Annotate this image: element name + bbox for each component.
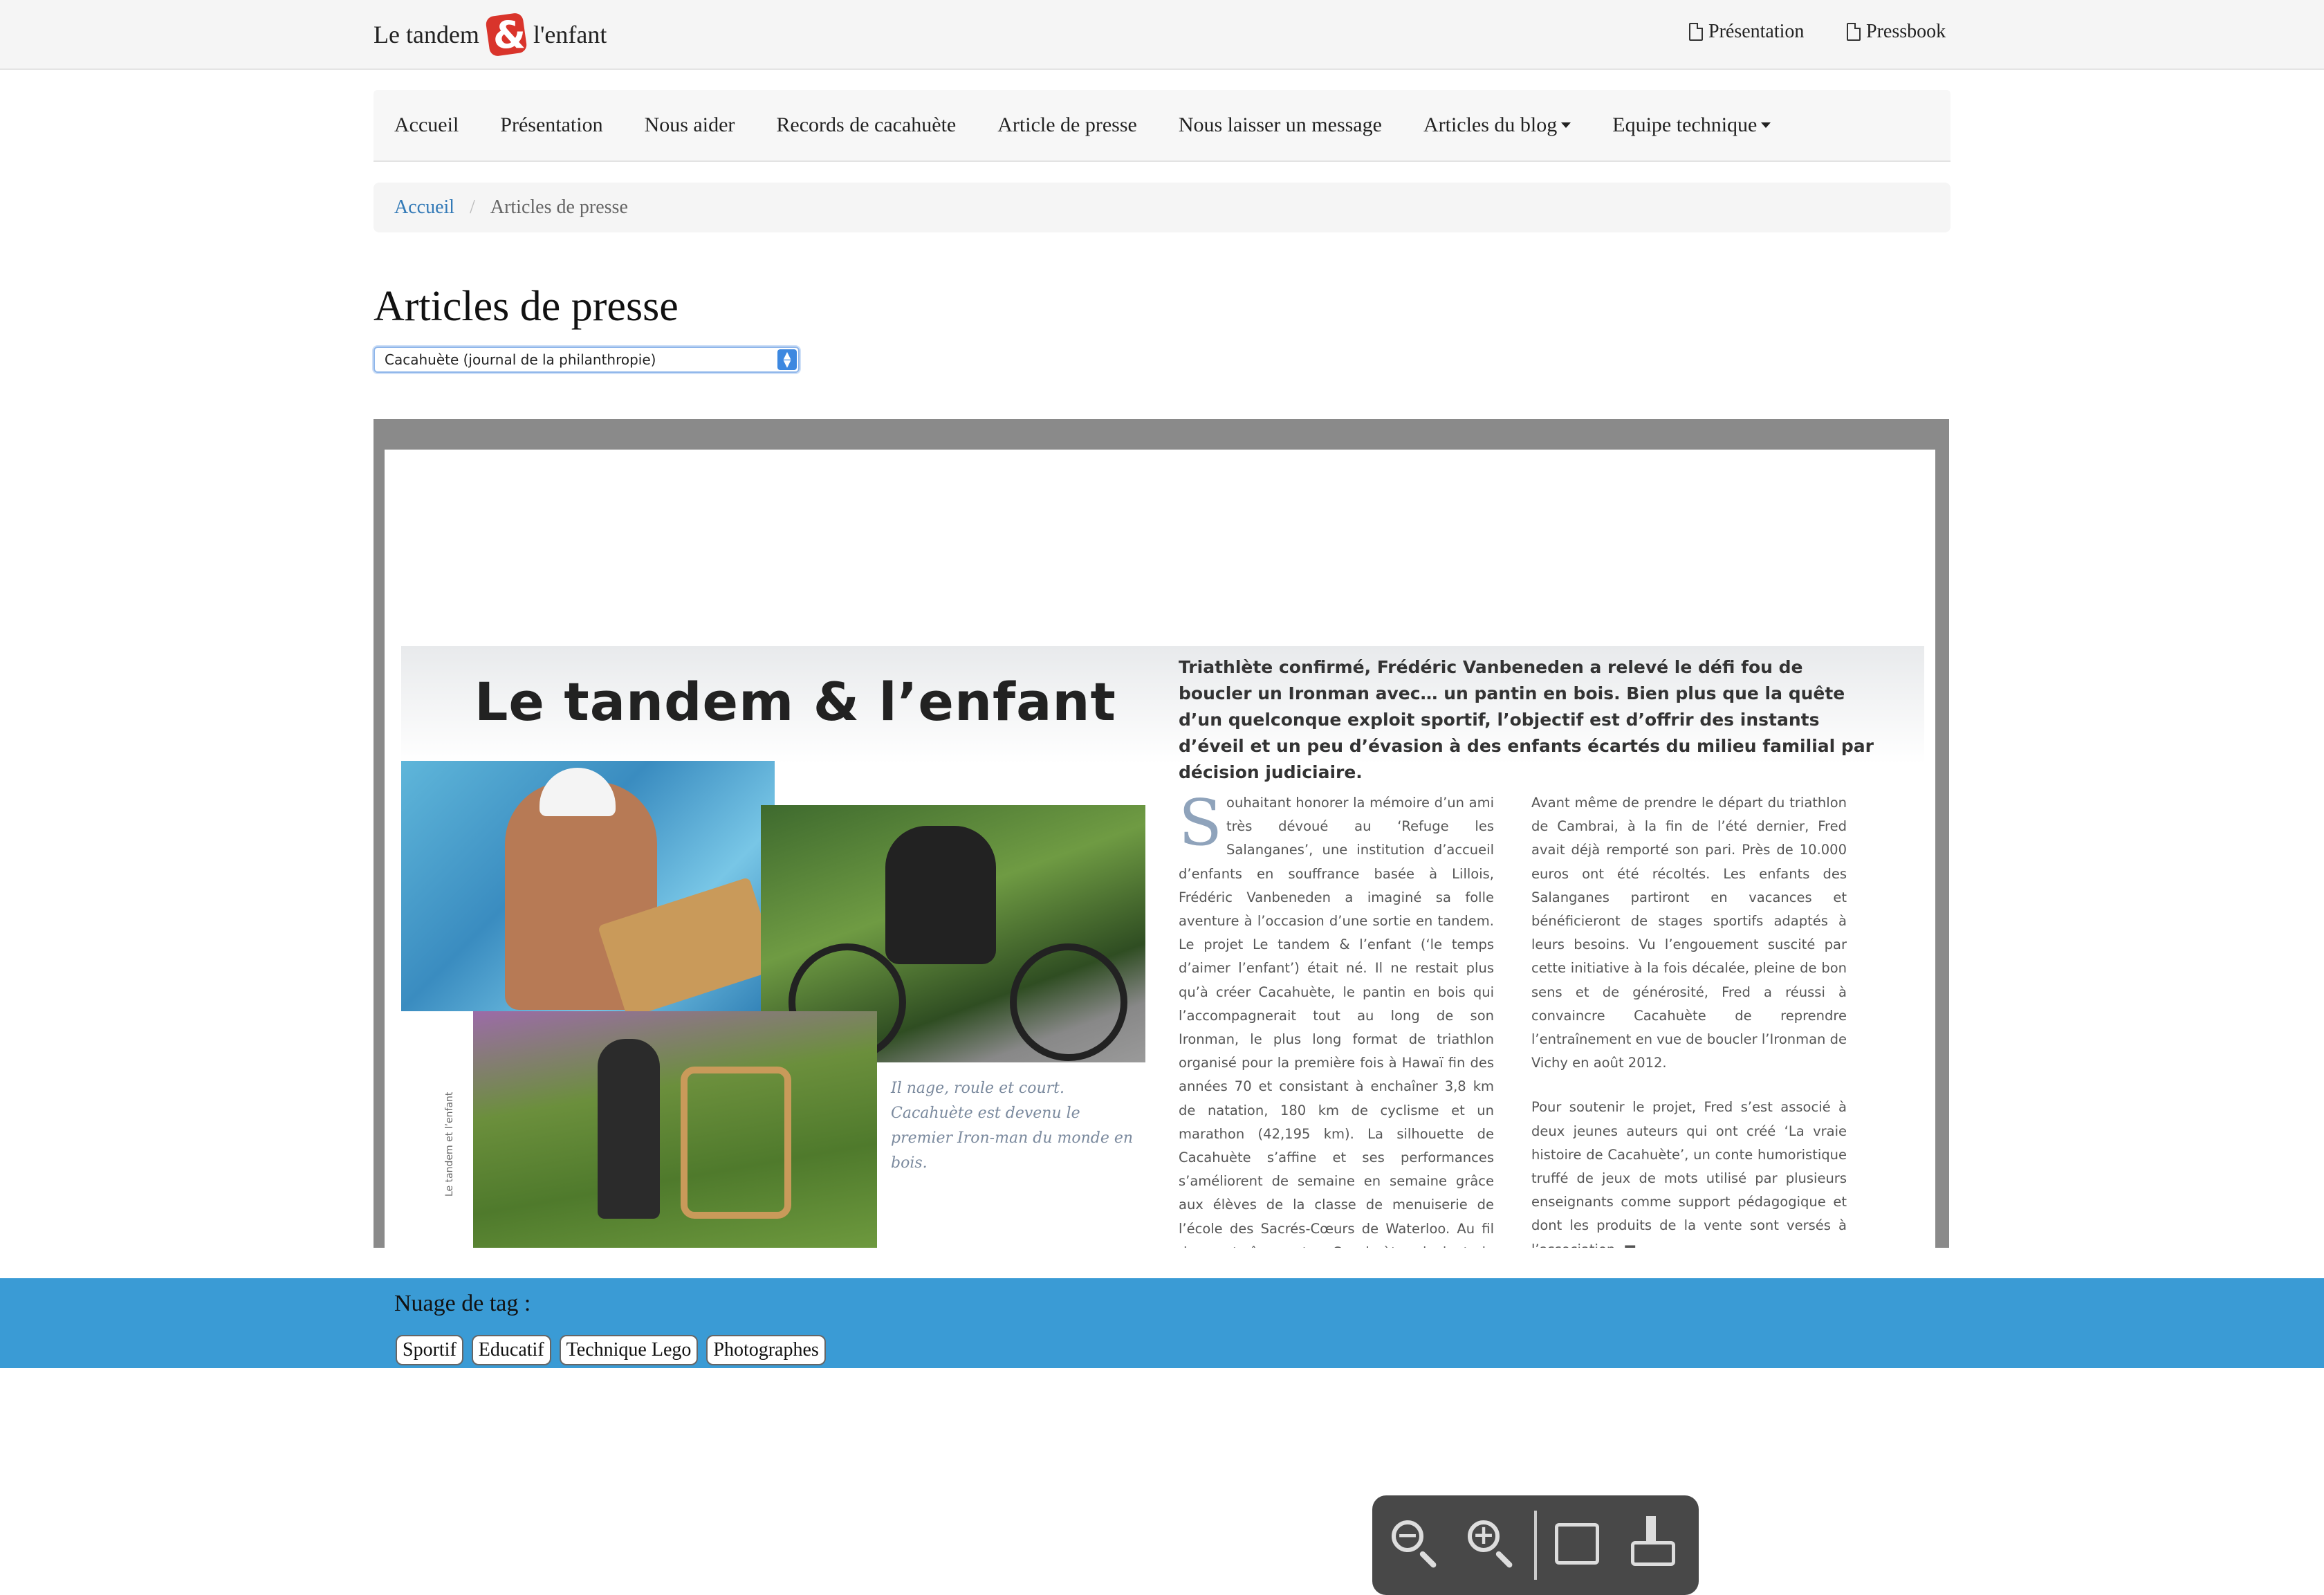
article-select[interactable]: Cacahuète (journal de la philanthropie) …: [374, 347, 800, 373]
column-2-paragraph-2: Pour soutenir le projet, Fred s’est asso…: [1531, 1099, 1847, 1248]
pdf-icon: [1689, 23, 1703, 41]
breadcrumb: Accueil / Articles de presse: [374, 183, 1950, 232]
zoom-out-icon: −: [1396, 1520, 1419, 1550]
article-title: Le tandem & l’enfant: [474, 671, 1116, 732]
breadcrumb-current: Articles de presse: [490, 196, 628, 218]
presentation-link-label: Présentation: [1708, 21, 1805, 42]
select-arrows-icon: ▲ ▼: [777, 349, 797, 370]
nav-item-accueil[interactable]: Accueil: [374, 113, 479, 137]
article-column-1: S ouhaitant honorer la mémoire d’un ami …: [1179, 791, 1494, 1248]
site-logo[interactable]: Le tandem & l'enfant: [374, 10, 607, 59]
vertical-caption: Le tandem et l’enfant: [444, 1091, 455, 1197]
caret-down-icon: [1761, 122, 1771, 128]
page-title: Articles de presse: [374, 283, 679, 330]
tag-cloud-label: Nuage de tag :: [394, 1291, 531, 1316]
article-intro: Triathlète confirmé, Frédéric Vanbeneden…: [1179, 657, 1874, 782]
ampersand-logo-icon: &: [483, 12, 529, 57]
brand-text-left: Le tandem: [374, 21, 479, 48]
pressbook-link-label: Pressbook: [1866, 21, 1946, 42]
footer: Nuage de tag : Sportif Educatif Techniqu…: [0, 1278, 2324, 1368]
nav-item-nous-aider[interactable]: Nous aider: [624, 113, 756, 137]
top-header: Le tandem & l'enfant Présentation Pressb…: [0, 0, 2324, 70]
download-button[interactable]: [1623, 1513, 1686, 1577]
image-camera-icon: [1555, 1523, 1599, 1565]
zoom-in-button[interactable]: +: [1461, 1513, 1524, 1577]
drop-cap: S: [1179, 786, 1223, 860]
document-page: Le tandem & l’enfant Il nage, roule et c…: [385, 450, 1935, 1248]
toolbar-divider: [1534, 1511, 1537, 1580]
breadcrumb-home-link[interactable]: Accueil: [394, 196, 454, 219]
document-viewer[interactable]: Le tandem & l’enfant Il nage, roule et c…: [374, 419, 1949, 1595]
swimming-photo: [401, 761, 775, 1011]
tag-technique-lego[interactable]: Technique Lego: [559, 1335, 699, 1365]
article-column-2: Avant même de prendre le départ du triat…: [1531, 791, 1847, 1248]
running-photo: [473, 1011, 877, 1248]
nav-item-presentation[interactable]: Présentation: [479, 113, 623, 137]
column-1-text: ouhaitant honorer la mémoire d’un ami tr…: [1179, 795, 1494, 1248]
main-navbar: Accueil Présentation Nous aider Records …: [374, 90, 1950, 162]
download-icon: [1631, 1541, 1675, 1566]
nav-item-article-presse[interactable]: Article de presse: [977, 113, 1158, 137]
breadcrumb-separator: /: [470, 196, 475, 218]
tag-sportif[interactable]: Sportif: [396, 1335, 463, 1365]
pressbook-pdf-link[interactable]: Pressbook: [1847, 21, 1946, 43]
nav-item-records[interactable]: Records de cacahuète: [755, 113, 977, 137]
photo-caption: Il nage, roule et court. Cacahuète est d…: [891, 1080, 1134, 1172]
nav-item-equipe-dropdown[interactable]: Equipe technique: [1592, 113, 1791, 137]
caret-down-icon: [1561, 122, 1571, 128]
save-image-button[interactable]: [1547, 1513, 1610, 1577]
presentation-pdf-link[interactable]: Présentation: [1689, 21, 1804, 43]
zoom-out-button[interactable]: −: [1385, 1513, 1448, 1577]
nav-item-blog-dropdown[interactable]: Articles du blog: [1403, 113, 1592, 137]
tag-educatif[interactable]: Educatif: [471, 1335, 551, 1365]
brand-text-right: l'enfant: [533, 21, 607, 48]
tag-photographes[interactable]: Photographes: [706, 1335, 826, 1365]
tag-cloud: Sportif Educatif Technique Lego Photogra…: [396, 1335, 826, 1365]
viewer-toolbar: − +: [1372, 1495, 1699, 1595]
zoom-in-icon: +: [1473, 1520, 1495, 1550]
nav-item-message[interactable]: Nous laisser un message: [1158, 113, 1403, 137]
column-2-paragraph-1: Avant même de prendre le départ du triat…: [1531, 795, 1847, 1071]
pdf-icon: [1847, 23, 1861, 41]
article-select-value: Cacahuète (journal de la philanthropie): [385, 351, 656, 368]
